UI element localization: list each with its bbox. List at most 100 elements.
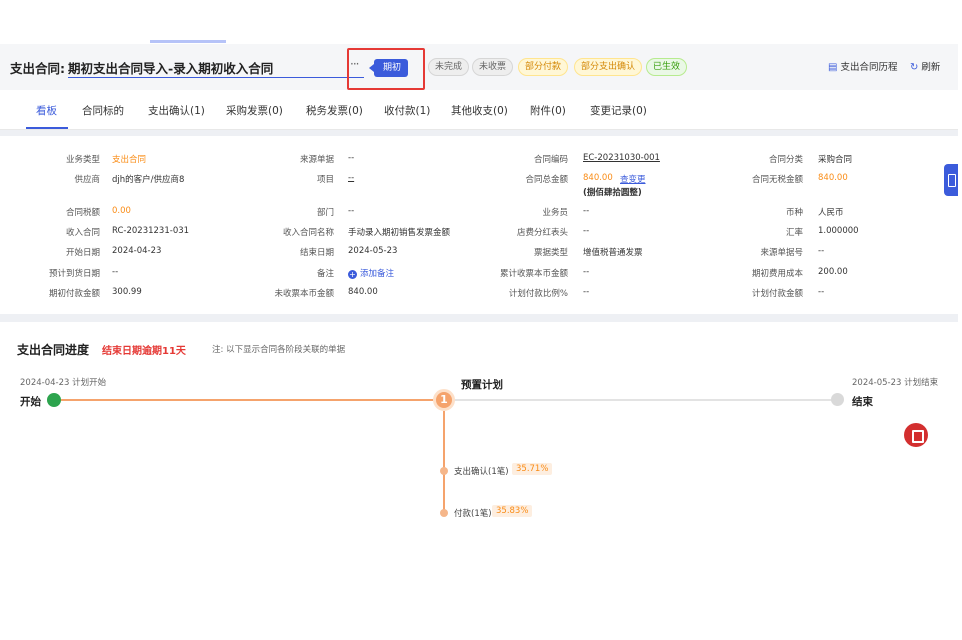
field-label: 合同编码 [533, 155, 568, 165]
field-value: 840.00 [583, 173, 613, 183]
field-value: 0.00 [112, 206, 131, 216]
field-label: 业务类型 [65, 155, 100, 165]
field-value: 840.00 [348, 287, 378, 297]
field-label: 店费分红表头 [516, 228, 568, 238]
tab-payments[interactable]: 收付款(1) [384, 103, 430, 118]
tab-tax-invoice[interactable]: 税务发票(0) [306, 103, 363, 118]
title-label: 支出合同: [10, 61, 65, 76]
field-value: -- [583, 226, 590, 236]
active-tab-indicator [26, 127, 68, 129]
plan-node[interactable]: 1 [433, 389, 455, 411]
status-badge-no-invoice: 未收票 [472, 58, 514, 76]
field-label: 来源单据 [299, 155, 334, 165]
field-label: 期初付款金额 [48, 289, 100, 299]
add-remark-label: 添加备注 [360, 269, 395, 279]
field-value: -- [112, 267, 119, 277]
branch-percent: 35.83% [492, 505, 533, 517]
timeline-progress-line [56, 399, 440, 401]
contract-code-link[interactable]: EC-20231030-001 [583, 153, 660, 163]
plan-branch-line [443, 411, 445, 515]
field-label: 供应商 [74, 175, 100, 185]
history-label: 支出合同历程 [840, 62, 898, 73]
progress-title: 支出合同进度 [17, 343, 90, 357]
contract-title[interactable]: 期初支出合同导入-录入期初收入合同 [68, 58, 273, 77]
top-bar [0, 0, 958, 44]
branch-label: 付款(1笔) [454, 509, 492, 519]
timeline-start-dot [47, 393, 61, 407]
field-label: 合同总金额 [525, 175, 568, 185]
refresh-button[interactable]: ↻ 刷新 [910, 59, 940, 73]
field-value: djh的客户/供应商8 [112, 175, 185, 185]
field-label: 备注 [316, 269, 334, 279]
view-changes-link[interactable]: 查变更 [620, 173, 646, 185]
field-label: 合同无税金额 [751, 175, 803, 185]
end-label: 结束 [852, 396, 873, 408]
field-label: 计划付款比例% [508, 289, 568, 299]
field-value: -- [348, 153, 355, 163]
progress-note: 注: 以下显示合同各阶段关联的单据 [212, 345, 346, 355]
field-label: 计划付款金额 [751, 289, 803, 299]
title-underline [68, 77, 364, 78]
field-value: -- [583, 287, 590, 297]
contract-header: 支出合同: 期初支出合同导入-录入期初收入合同 ··· 期初 未完成 未收票 部… [0, 44, 958, 90]
field-label: 未收票本币金额 [274, 289, 334, 299]
history-button[interactable]: ▤ 支出合同历程 [828, 59, 897, 73]
start-date: 2024-04-23 计划开始 [20, 378, 107, 388]
tab-dashboard[interactable]: 看板 [36, 103, 57, 118]
field-value: 200.00 [818, 267, 848, 277]
field-value: -- [818, 246, 825, 256]
refresh-label: 刷新 [921, 62, 941, 73]
tab-expense-confirm[interactable]: 支出确认(1) [148, 103, 205, 118]
tab-contract-items[interactable]: 合同标的 [82, 103, 124, 118]
plan-node-label: 预置计划 [461, 379, 503, 391]
field-label: 预计到货日期 [48, 269, 100, 279]
field-value: -- [348, 206, 355, 216]
field-label: 币种 [785, 208, 803, 218]
field-label: 来源单据号 [760, 248, 803, 258]
branch-label: 支出确认(1笔) [454, 467, 509, 477]
field-label: 合同分类 [768, 155, 803, 165]
field-label: 累计收票本币金额 [499, 269, 568, 279]
contract-info-panel: 业务类型 支出合同 供应商 djh的客户/供应商8 合同税额 0.00 收入合同… [0, 136, 958, 314]
field-value: 840.00 [818, 173, 848, 183]
branch-percent: 35.71% [512, 463, 553, 475]
field-value: 2024-05-23 [348, 246, 398, 256]
end-date: 2024-05-23 计划结束 [852, 378, 939, 388]
tab-attachments[interactable]: 附件(0) [530, 103, 566, 118]
field-value: 采购合同 [818, 155, 853, 165]
field-value: 2024-04-23 [112, 246, 162, 256]
branch-dot [440, 467, 448, 475]
app-frame: 支出合同: 期初支出合同导入-录入期初收入合同 ··· 期初 未完成 未收票 部… [0, 0, 958, 640]
field-value: 人民币 [818, 208, 844, 218]
field-value: 支出合同 [112, 155, 147, 165]
field-value[interactable]: -- [348, 173, 354, 183]
contract-progress-panel: 支出合同进度 结束日期逾期11天 注: 以下显示合同各阶段关联的单据 2024-… [0, 322, 958, 640]
field-label: 收入合同名称 [282, 228, 334, 238]
tab-bar: 看板 合同标的 支出确认(1) 采购发票(0) 税务发票(0) 收付款(1) 其… [0, 90, 958, 130]
plus-icon: + [348, 270, 357, 279]
field-value: RC-20231231-031 [112, 226, 190, 236]
field-value: 增值税普通发票 [583, 248, 643, 258]
tab-purchase-invoice[interactable]: 采购发票(0) [226, 103, 283, 118]
timeline-remaining-line [452, 399, 836, 401]
add-remark-button[interactable]: + 添加备注 [348, 267, 394, 279]
field-value: -- [818, 287, 825, 297]
field-label: 期初费用成本 [751, 269, 803, 279]
status-badge-effective: 已生效 [646, 58, 688, 76]
field-value: -- [583, 206, 590, 216]
field-value: 手动录入期初销售发票金额 [348, 228, 451, 238]
field-value: 300.99 [112, 287, 142, 297]
field-label: 结束日期 [299, 248, 334, 258]
tab-other-income-expense[interactable]: 其他收支(0) [451, 103, 508, 118]
amount-in-words: (捌佰肆拾圆整) [583, 188, 642, 198]
field-value: -- [583, 267, 590, 277]
status-badge-partial-confirm: 部分支出确认 [574, 58, 643, 76]
tab-change-log[interactable]: 变更记录(0) [590, 103, 647, 118]
timeline-end-dot [831, 393, 844, 406]
field-label: 汇率 [785, 228, 803, 238]
record-icon[interactable] [904, 423, 928, 447]
field-label: 合同税额 [65, 208, 100, 218]
side-panel-toggle-icon[interactable] [944, 164, 958, 196]
field-value: 1.000000 [818, 226, 859, 236]
highlight-box [347, 48, 425, 90]
